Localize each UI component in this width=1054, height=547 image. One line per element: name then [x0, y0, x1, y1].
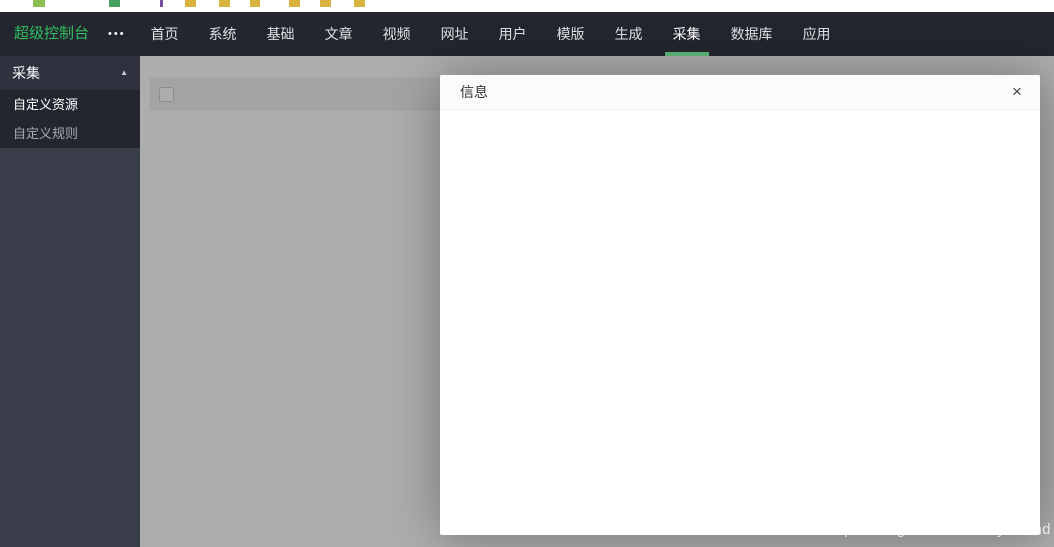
sidebar-item-自定义资源[interactable]: 自定义资源 [0, 90, 140, 119]
bookmark-strip [0, 0, 1054, 12]
nav-item-应用[interactable]: 应用 [788, 12, 846, 56]
csdn-watermark: https://blog.csdn.net/onlySound [826, 521, 1051, 538]
menu-dots-icon[interactable]: ••• [108, 12, 126, 56]
favicon-fragment [250, 0, 260, 7]
sidebar: 采集 ▲ 自定义资源自定义规则 [0, 56, 140, 547]
favicon-fragment [160, 0, 163, 7]
favicon-fragment [33, 0, 45, 7]
nav-item-用户[interactable]: 用户 [484, 12, 542, 56]
favicon-fragment [109, 0, 120, 7]
nav-item-视频[interactable]: 视频 [368, 12, 426, 56]
nav-item-文章[interactable]: 文章 [310, 12, 368, 56]
nav-item-系统[interactable]: 系统 [194, 12, 252, 56]
nav-item-基础[interactable]: 基础 [252, 12, 310, 56]
sidebar-group-label: 采集 [12, 56, 40, 90]
nav-item-生成[interactable]: 生成 [600, 12, 658, 56]
modal-title: 信息 [440, 75, 1040, 110]
modal-form [440, 110, 1040, 118]
top-navbar: 超级控制台 ••• 首页系统基础文章视频网址用户模版生成采集数据库应用 [0, 12, 1054, 56]
nav-item-模版[interactable]: 模版 [542, 12, 600, 56]
favicon-fragment [289, 0, 300, 7]
close-icon[interactable]: × [1007, 82, 1027, 102]
favicon-fragment [185, 0, 196, 7]
collapse-arrow-icon: ▲ [120, 56, 128, 90]
sidebar-items: 自定义资源自定义规则 [0, 90, 140, 148]
nav-menu: 首页系统基础文章视频网址用户模版生成采集数据库应用 [136, 12, 846, 56]
favicon-fragment [320, 0, 331, 7]
sidebar-group-caiji[interactable]: 采集 ▲ [0, 56, 140, 90]
nav-item-首页[interactable]: 首页 [136, 12, 194, 56]
favicon-fragment [354, 0, 365, 7]
nav-item-采集[interactable]: 采集 [658, 12, 716, 56]
nav-item-网址[interactable]: 网址 [426, 12, 484, 56]
favicon-fragment [219, 0, 230, 7]
app-logo: 超级控制台 [0, 12, 108, 56]
edit-resource-modal: 信息 × [440, 75, 1040, 535]
nav-item-数据库[interactable]: 数据库 [716, 12, 788, 56]
sidebar-item-自定义规则[interactable]: 自定义规则 [0, 119, 140, 148]
